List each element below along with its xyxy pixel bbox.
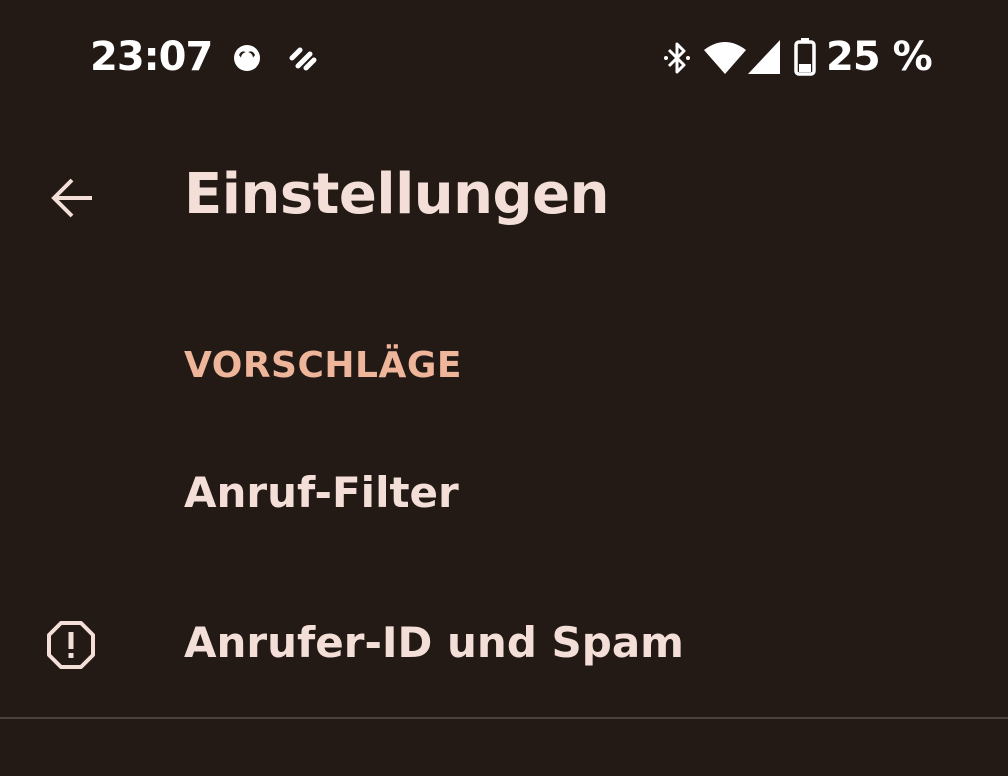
status-time: 23:07 <box>90 34 213 80</box>
list-item-label: Anruf-Filter <box>184 468 459 517</box>
arrow-left-icon <box>51 178 92 218</box>
battery-percentage: 25 % <box>826 34 933 80</box>
signal-icon <box>748 40 780 74</box>
status-bar: 23:07 25 % <box>0 0 1008 116</box>
face-indicator-icon <box>234 45 260 71</box>
section-header-suggestions: VORSCHLÄGE <box>184 345 462 386</box>
list-item-caller-id-spam[interactable]: Anrufer-ID und Spam <box>0 578 1008 708</box>
data-saver-icon <box>289 47 317 71</box>
back-button[interactable] <box>40 166 104 230</box>
bluetooth-icon <box>664 42 690 74</box>
page-title: Einstellungen <box>184 162 609 227</box>
list-item-call-filter[interactable]: Anruf-Filter <box>0 428 1008 558</box>
list-item-label: Anrufer-ID und Spam <box>184 618 684 667</box>
alert-octagon-icon <box>47 621 95 669</box>
battery-icon <box>794 38 816 76</box>
divider <box>0 717 1008 719</box>
wifi-icon <box>704 42 746 74</box>
app-bar: Einstellungen <box>0 140 1008 250</box>
